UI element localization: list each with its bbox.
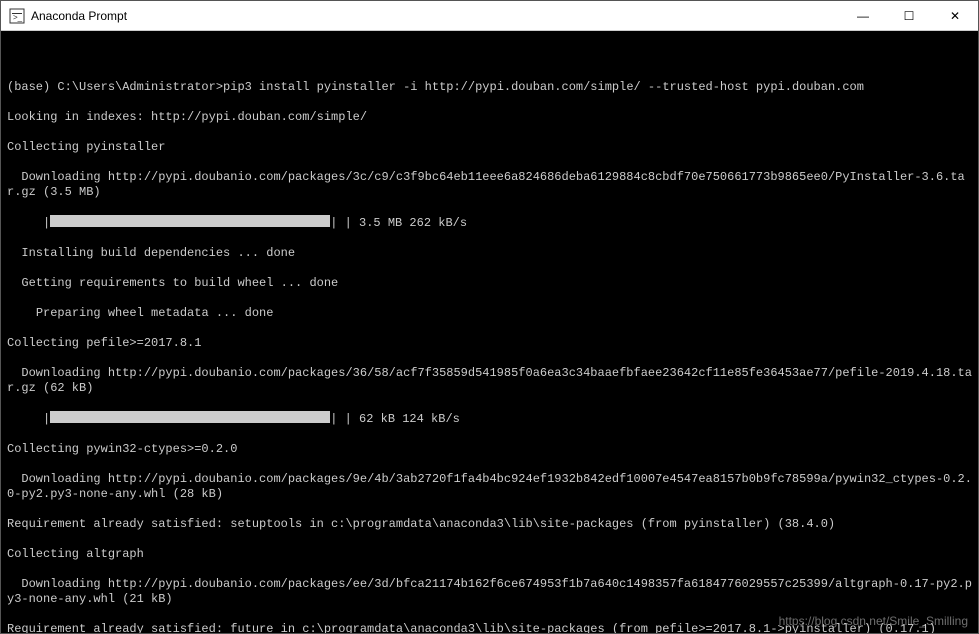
minimize-button[interactable]: — bbox=[840, 1, 886, 30]
app-icon: >_ bbox=[9, 8, 25, 24]
output-line: Downloading http://pypi.doubanio.com/pac… bbox=[7, 366, 972, 396]
progress-bar: || bbox=[43, 411, 337, 427]
output-line: Collecting pywin32-ctypes>=0.2.0 bbox=[7, 442, 972, 457]
prompt-base: (base) C:\Users\Administrator> bbox=[7, 80, 223, 94]
titlebar[interactable]: >_ Anaconda Prompt — ☐ ✕ bbox=[1, 1, 978, 31]
output-line: Collecting pyinstaller bbox=[7, 140, 972, 155]
output-line: Getting requirements to build wheel ... … bbox=[7, 276, 972, 291]
progress-line: || | 3.5 MB 262 kB/s bbox=[7, 215, 972, 231]
empty-line bbox=[7, 50, 972, 65]
progress-info: | 62 kB 124 kB/s bbox=[337, 412, 459, 426]
output-line: Requirement already satisfied: setuptool… bbox=[7, 517, 972, 532]
terminal-area[interactable]: (base) C:\Users\Administrator>pip3 insta… bbox=[1, 31, 978, 633]
output-line: Downloading http://pypi.doubanio.com/pac… bbox=[7, 577, 972, 607]
progress-line: || | 62 kB 124 kB/s bbox=[7, 411, 972, 427]
prompt-line: (base) C:\Users\Administrator>pip3 insta… bbox=[7, 80, 972, 95]
window-title: Anaconda Prompt bbox=[31, 9, 840, 23]
output-line: Downloading http://pypi.doubanio.com/pac… bbox=[7, 472, 972, 502]
maximize-button[interactable]: ☐ bbox=[886, 1, 932, 30]
prompt-command: pip3 install pyinstaller -i http://pypi.… bbox=[223, 80, 864, 94]
close-icon: ✕ bbox=[950, 9, 960, 23]
window-controls: — ☐ ✕ bbox=[840, 1, 978, 30]
minimize-icon: — bbox=[857, 9, 869, 23]
output-line: Downloading http://pypi.doubanio.com/pac… bbox=[7, 170, 972, 200]
close-button[interactable]: ✕ bbox=[932, 1, 978, 30]
output-line: Collecting altgraph bbox=[7, 547, 972, 562]
output-line: Installing build dependencies ... done bbox=[7, 246, 972, 261]
watermark-text: https://blog.csdn.net/Smile_Smilling bbox=[779, 614, 968, 629]
output-line: Preparing wheel metadata ... done bbox=[7, 306, 972, 321]
output-line: Looking in indexes: http://pypi.douban.c… bbox=[7, 110, 972, 125]
progress-info: | 3.5 MB 262 kB/s bbox=[337, 216, 467, 230]
output-line: Collecting pefile>=2017.8.1 bbox=[7, 336, 972, 351]
window-frame: >_ Anaconda Prompt — ☐ ✕ (base) C:\Users… bbox=[0, 0, 979, 634]
maximize-icon: ☐ bbox=[904, 9, 915, 23]
progress-pad bbox=[7, 216, 43, 230]
progress-bar: || bbox=[43, 215, 337, 231]
svg-text:>_: >_ bbox=[13, 13, 23, 22]
progress-pad bbox=[7, 412, 43, 426]
